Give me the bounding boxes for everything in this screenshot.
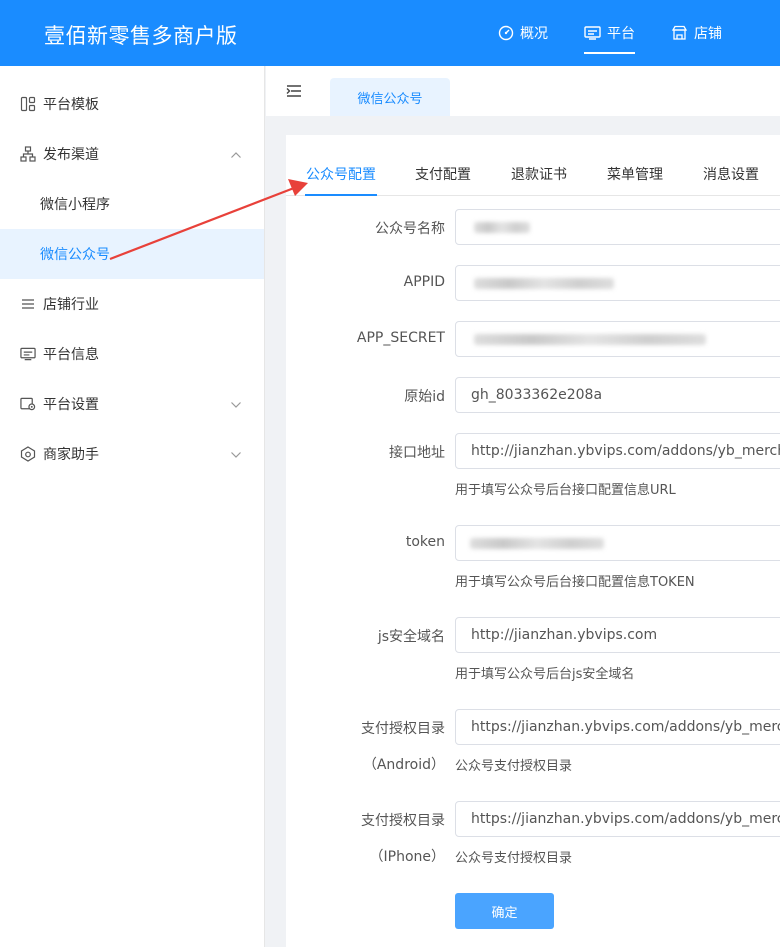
list-icon: [20, 296, 36, 312]
subtab-refund-cert[interactable]: 退款证书: [511, 160, 567, 196]
pay-dir-android-hint: 公众号支付授权目录: [455, 759, 573, 774]
label-pay-dir-iphone: 支付授权目录: [361, 813, 445, 829]
top-nav: 概况 平台 店铺: [498, 0, 758, 66]
sidebar-item-store-industry[interactable]: 店铺行业: [0, 279, 264, 329]
sidebar-item-label: 发布渠道: [43, 147, 99, 163]
label-js-domain: js安全域名: [377, 629, 445, 645]
app-secret-input[interactable]: [455, 321, 780, 357]
label-pay-dir-iphone-platform: （IPhone）: [369, 849, 446, 865]
topnav-platform[interactable]: 平台: [584, 0, 635, 66]
app-title: 壹佰新零售多商户版: [44, 24, 238, 48]
sidebar-item-label: 平台设置: [43, 397, 99, 413]
sidebar-item-publish-channel[interactable]: 发布渠道: [0, 129, 264, 179]
info-monitor-icon: [20, 346, 36, 362]
subtab-payment-config[interactable]: 支付配置: [415, 160, 471, 196]
top-header: 壹佰新零售多商户版 概况 平台 店铺: [0, 0, 780, 66]
store-icon: [671, 25, 688, 41]
sidebar-item-label: 平台模板: [43, 97, 99, 113]
topnav-store[interactable]: 店铺: [671, 0, 722, 66]
config-subtabs: 公众号配置 支付配置 退款证书 菜单管理 消息设置: [286, 160, 780, 196]
sidebar-item-platform-settings[interactable]: 平台设置: [0, 379, 264, 429]
label-account-name: 公众号名称: [375, 221, 445, 237]
pay-dir-iphone-hint: 公众号支付授权目录: [455, 851, 573, 866]
chevron-up-icon: [230, 147, 242, 163]
settings-icon: [20, 396, 36, 412]
label-pay-dir-android: 支付授权目录: [361, 721, 445, 737]
assistant-icon: [20, 446, 36, 462]
tab-wechat-official-account[interactable]: 微信公众号: [330, 78, 450, 116]
sidebar: 平台模板 发布渠道 微信小程序 微信公众号 店铺行业 平台信息 平台设置 商家助…: [0, 66, 265, 947]
menu-collapse-icon[interactable]: [286, 83, 302, 102]
sidebar-item-platform-info[interactable]: 平台信息: [0, 329, 264, 379]
sidebar-item-label: 平台信息: [43, 347, 99, 363]
sidebar-item-merchant-assistant[interactable]: 商家助手: [0, 429, 264, 479]
chevron-down-icon: [230, 397, 242, 413]
confirm-button[interactable]: 确定: [455, 893, 554, 929]
label-original-id: 原始id: [404, 389, 445, 405]
pay-dir-android-input[interactable]: https://jianzhan.ybvips.com/addons/yb_me…: [455, 709, 780, 745]
topnav-overview[interactable]: 概况: [498, 0, 548, 66]
js-domain-hint: 用于填写公众号后台js安全域名: [455, 667, 635, 682]
sidebar-item-label: 商家助手: [43, 447, 99, 463]
topnav-label: 店铺: [694, 26, 722, 42]
appid-input[interactable]: [455, 265, 780, 301]
sidebar-item-platform-template[interactable]: 平台模板: [0, 79, 264, 129]
chevron-down-icon: [230, 447, 242, 463]
label-app-secret: APP_SECRET: [356, 330, 445, 346]
subtab-menu-management[interactable]: 菜单管理: [607, 160, 663, 196]
label-api-url: 接口地址: [389, 445, 445, 461]
subtab-account-config[interactable]: 公众号配置: [305, 160, 377, 196]
account-name-input[interactable]: [455, 209, 780, 245]
sitemap-icon: [20, 146, 36, 162]
label-appid: APPID: [403, 274, 445, 290]
label-token: token: [405, 534, 445, 550]
api-url-input[interactable]: http://jianzhan.ybvips.com/addons/yb_mer…: [455, 433, 780, 469]
original-id-input[interactable]: gh_8033362e208a: [455, 377, 780, 413]
topnav-label: 概况: [520, 26, 548, 42]
dashboard-icon: [498, 25, 514, 41]
topnav-label: 平台: [607, 26, 635, 42]
sidebar-subitem-wechat-official-account[interactable]: 微信公众号: [0, 229, 264, 279]
sidebar-item-label: 店铺行业: [43, 297, 99, 313]
monitor-icon: [584, 25, 601, 41]
api-url-hint: 用于填写公众号后台接口配置信息URL: [455, 483, 676, 498]
label-pay-dir-android-platform: （Android）: [362, 757, 445, 773]
js-domain-input[interactable]: http://jianzhan.ybvips.com: [455, 617, 780, 653]
subtab-message-settings[interactable]: 消息设置: [703, 160, 759, 196]
token-input[interactable]: [455, 525, 780, 561]
token-hint: 用于填写公众号后台接口配置信息TOKEN: [455, 575, 695, 590]
template-icon: [20, 96, 36, 112]
sidebar-subitem-wechat-miniprogram[interactable]: 微信小程序: [0, 179, 264, 229]
pay-dir-iphone-input[interactable]: https://jianzhan.ybvips.com/addons/yb_me…: [455, 801, 780, 837]
